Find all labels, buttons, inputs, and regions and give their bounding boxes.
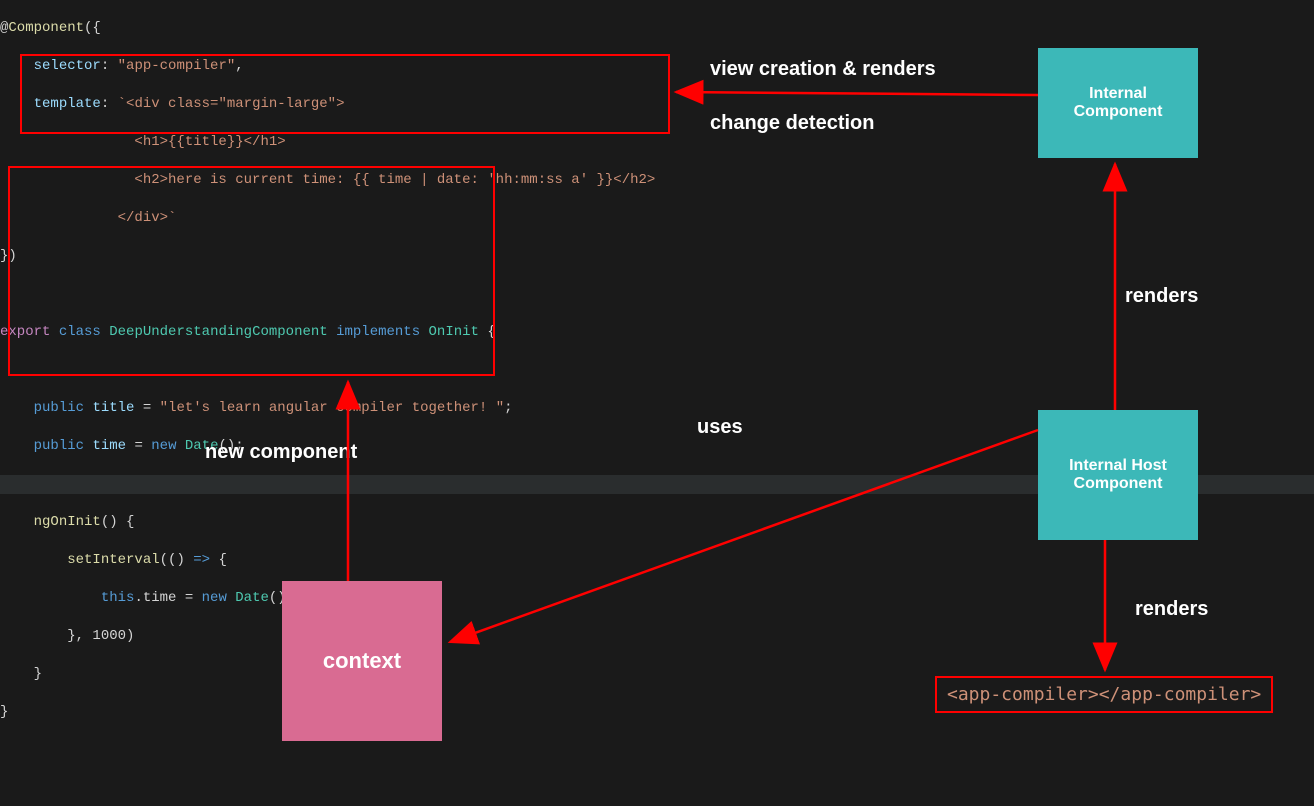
internal-component-box: Internal Component [1038, 48, 1198, 158]
app-compiler-tag: <app-compiler></app-compiler> [935, 676, 1273, 713]
internal-host-component-box: Internal Host Component [1038, 410, 1198, 540]
template-redbox [20, 54, 670, 134]
view-creation-label: view creation & renders [710, 58, 936, 81]
context-box: context [282, 581, 442, 741]
uses-label: uses [697, 416, 743, 439]
class-redbox [8, 166, 495, 376]
new-component-label: new component [205, 441, 357, 464]
change-detection-label: change detection [710, 112, 874, 135]
renders-label-2: renders [1135, 598, 1208, 621]
renders-label-1: renders [1125, 285, 1198, 308]
